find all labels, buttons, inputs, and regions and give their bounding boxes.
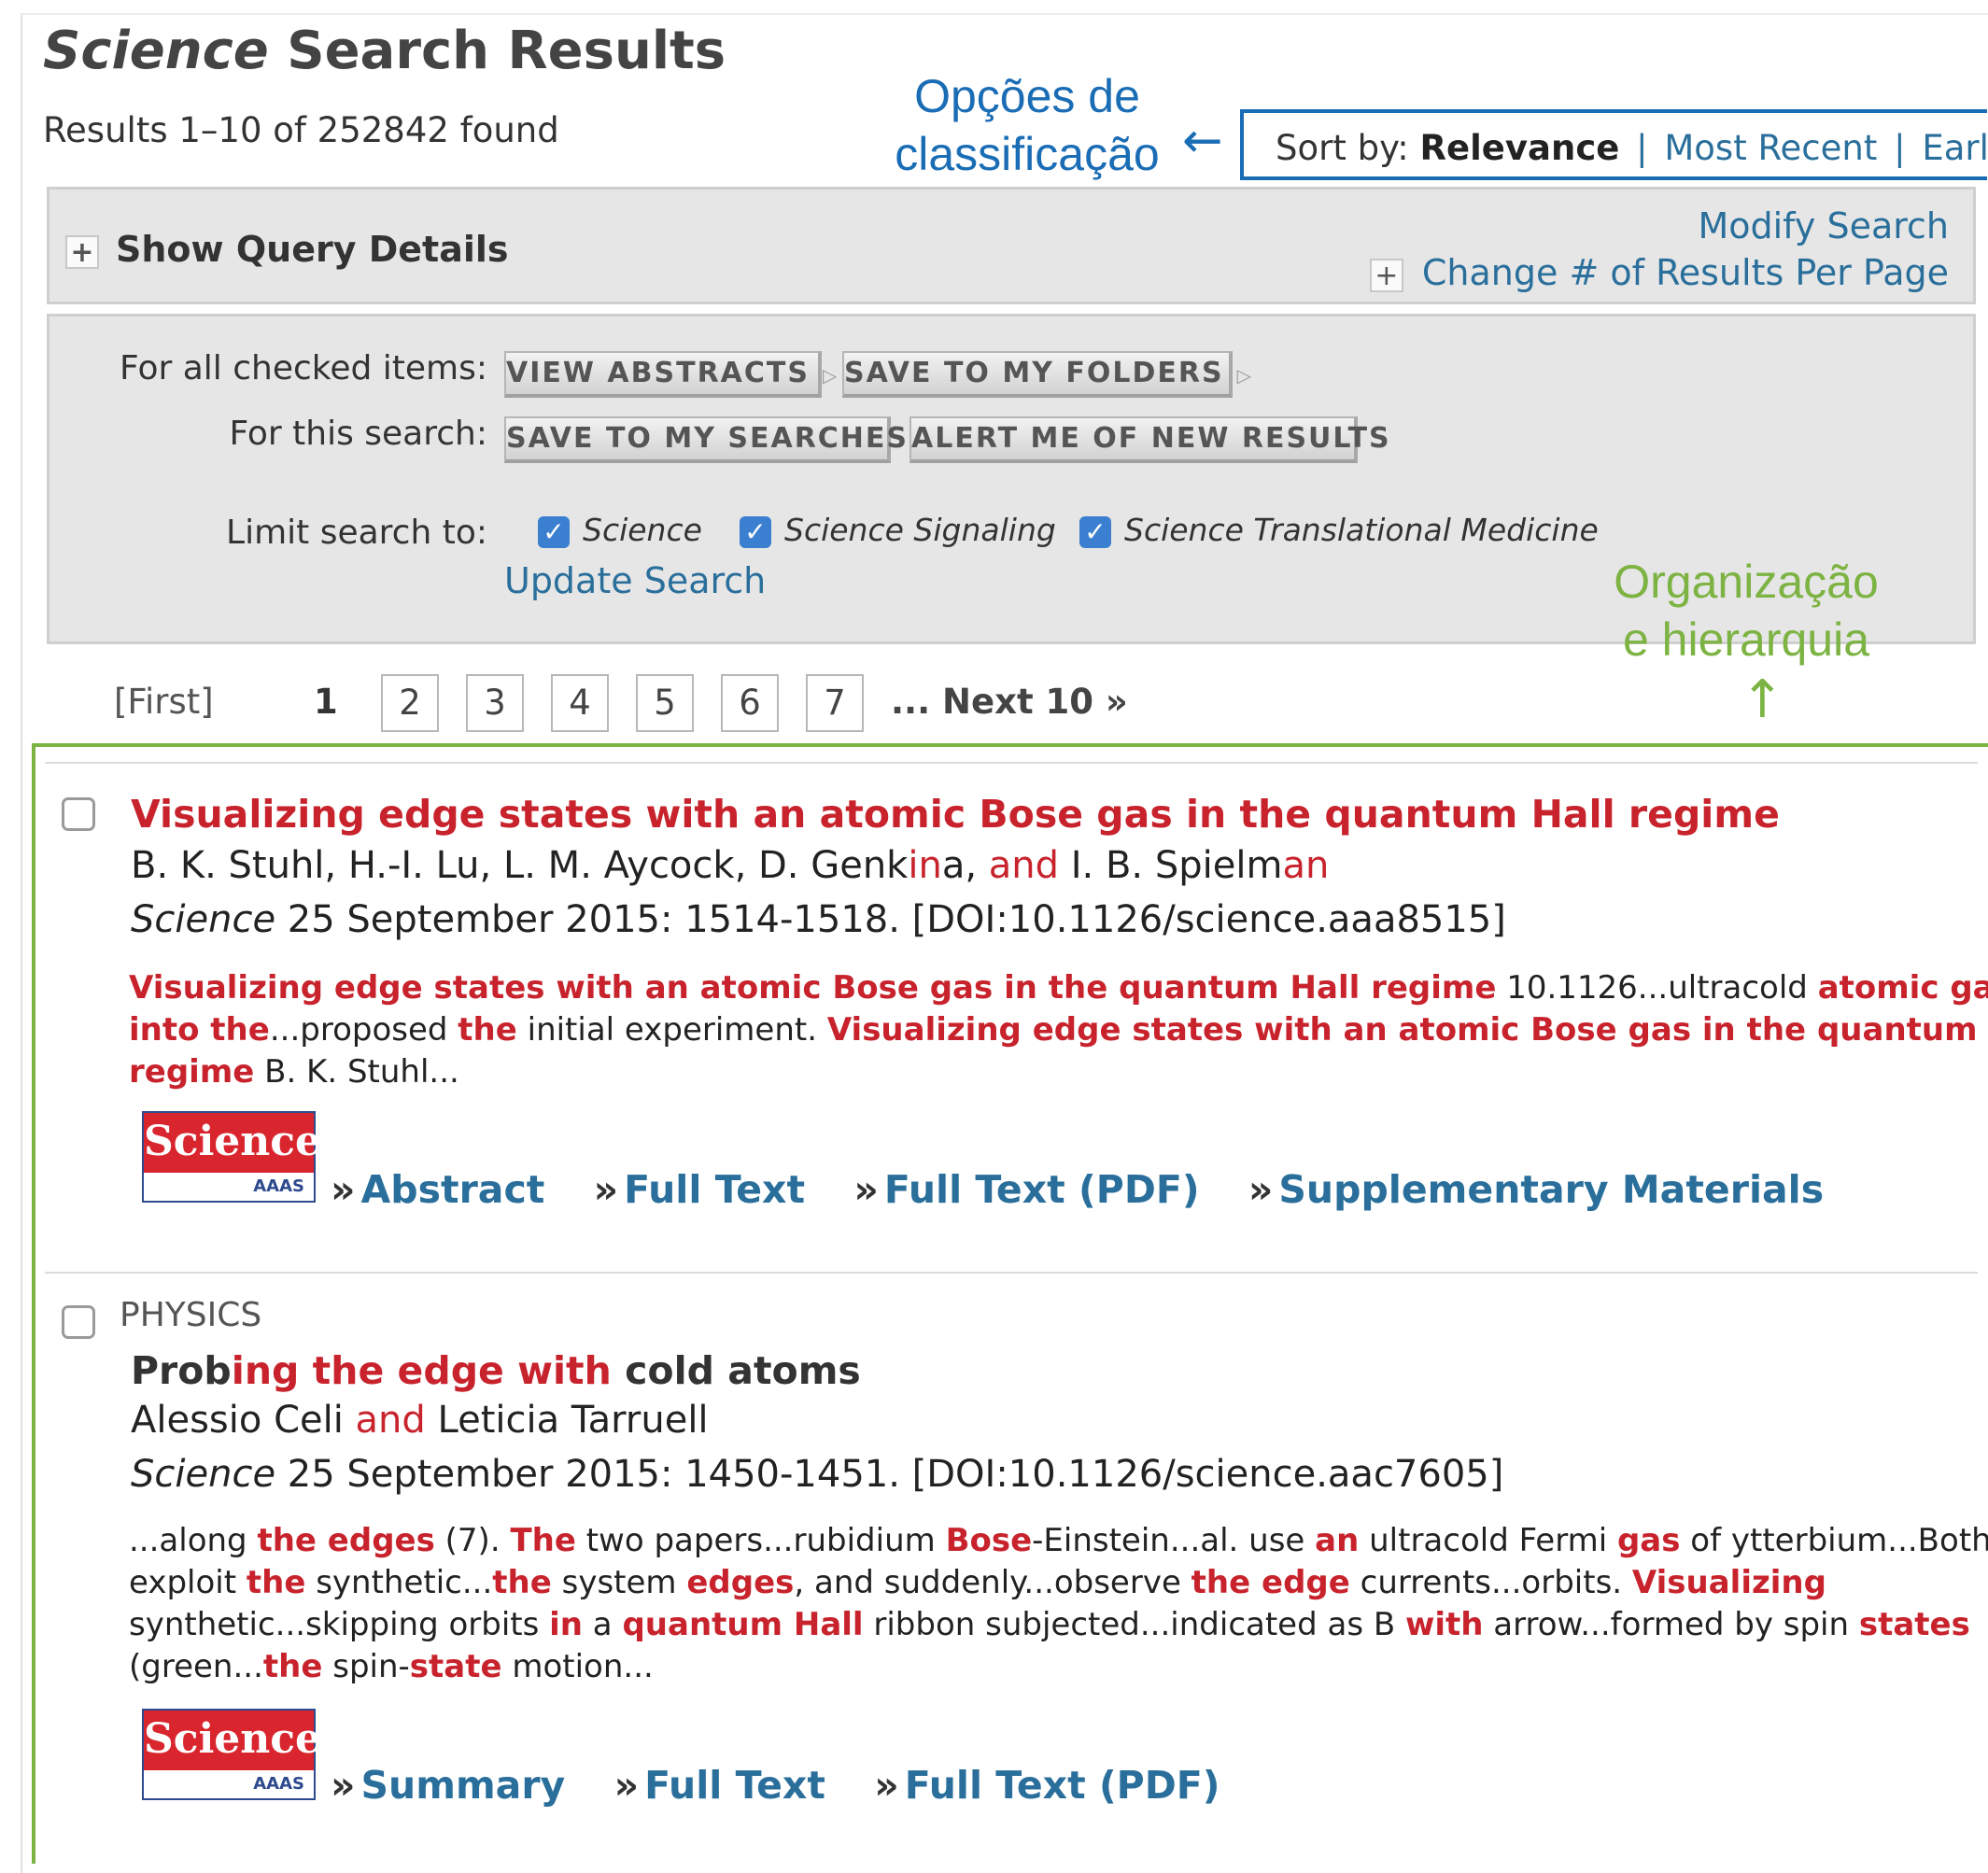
alert-new-results-button[interactable]: ALERT ME OF NEW RESULTS [909, 416, 1389, 463]
result-citation: Science 25 September 2015: 1450-1451. [D… [131, 1453, 1504, 1496]
pagination-next-link[interactable]: ... Next 10 » [891, 682, 1128, 722]
result-authors: B. K. Stuhl, H.-I. Lu, L. M. Aycock, D. … [131, 844, 1330, 887]
result-title-link[interactable]: Probing the edge with cold atoms [131, 1348, 861, 1393]
pagination-page-link[interactable]: 4 [551, 674, 609, 732]
result-authors: Alessio Celi and Leticia Tarruell [131, 1399, 709, 1442]
limit-option-science-signaling[interactable]: ✓ Science Signaling [740, 512, 1056, 548]
annotation-arrow-up-icon: ↑ [1741, 669, 1784, 730]
pagination-first-link[interactable]: [First] [114, 682, 214, 722]
modify-search-link[interactable]: Modify Search [1698, 205, 1949, 246]
pagination-current-page: 1 [314, 682, 338, 722]
pagination-page-link[interactable]: 3 [466, 674, 524, 732]
limit-option-science[interactable]: ✓ Science [538, 512, 702, 548]
sort-separator: | [1636, 128, 1648, 168]
full-text-link[interactable]: » Full Text [614, 1763, 825, 1808]
result-links: » Summary » Full Text » Full Text (PDF) [331, 1763, 1256, 1808]
sort-separator: | [1894, 128, 1906, 168]
sort-options-bar: Sort by: Relevance | Most Recent | Earli… [1240, 109, 1988, 180]
result-links: » Abstract » Full Text » Full Text (PDF) » S… [331, 1167, 1859, 1212]
annotation-sort-options: Opções de classificação [895, 70, 1160, 180]
change-results-per-page-label: Change # of Results Per Page [1421, 252, 1949, 293]
results-divider [45, 1272, 1978, 1274]
show-query-details-label: Show Query Details [116, 229, 509, 270]
checkbox-checked-icon[interactable]: ✓ [538, 515, 570, 548]
pagination-page-link[interactable]: 2 [381, 674, 439, 732]
view-abstracts-button[interactable]: VIEW ABSTRACTS ▷ [504, 351, 837, 398]
sort-option-relevance[interactable]: Relevance [1420, 128, 1620, 168]
results-divider [45, 762, 1978, 764]
full-text-pdf-link[interactable]: » Full Text (PDF) [874, 1763, 1220, 1808]
play-arrow-icon: ▷ [822, 364, 839, 387]
result-citation: Science 25 September 2015: 1514-1518. [D… [131, 898, 1506, 941]
save-to-my-folders-button[interactable]: SAVE TO MY FOLDERS ▷ [842, 351, 1251, 398]
save-to-my-searches-button[interactable]: SAVE TO MY SEARCHES [504, 416, 907, 463]
change-results-per-page-toggle[interactable]: + Change # of Results Per Page [1369, 252, 1949, 293]
expand-plus-icon[interactable]: + [1369, 258, 1403, 292]
limit-option-science-translational-medicine[interactable]: ✓ Science Translational Medicine [1079, 512, 1599, 548]
annotation-organization: Organização e hierarquia [1614, 556, 1879, 666]
checked-items-label: For all checked items: [120, 349, 487, 387]
result-snippet: Visualizing edge states with an atomic B… [129, 969, 1988, 1091]
pagination-page-link[interactable]: 5 [636, 674, 694, 732]
result-select-checkbox[interactable] [62, 797, 95, 831]
summary-link[interactable]: » Summary [331, 1763, 565, 1808]
results-count: Results 1–10 of 252842 found [43, 110, 559, 150]
pagination-page-link[interactable]: 6 [721, 674, 779, 732]
pagination-page-link[interactable]: 7 [806, 674, 864, 732]
show-query-details-toggle[interactable]: + Show Query Details [65, 229, 509, 270]
result-snippet: ...along the edges (7). The two papers..… [129, 1522, 1988, 1685]
annotation-arrow-left-icon: ← [1182, 113, 1223, 169]
science-aaas-logo: Science AAAS [142, 1111, 321, 1203]
supplementary-materials-link[interactable]: » Supplementary Materials [1248, 1167, 1824, 1212]
page-title: Science Search Results [43, 21, 726, 81]
sort-label: Sort by: [1276, 128, 1409, 168]
result-select-checkbox[interactable] [62, 1305, 95, 1339]
result-section-label: PHYSICS [120, 1296, 262, 1334]
sort-option-most-recent[interactable]: Most Recent [1664, 128, 1877, 168]
science-aaas-logo: Science AAAS [142, 1709, 321, 1800]
expand-plus-icon[interactable]: + [65, 234, 99, 269]
checkbox-checked-icon[interactable]: ✓ [1079, 515, 1111, 548]
sort-option-earliest[interactable]: Earliest [1922, 128, 1988, 168]
this-search-label: For this search: [229, 415, 487, 453]
update-search-link[interactable]: Update Search [504, 560, 766, 601]
checkbox-checked-icon[interactable]: ✓ [740, 515, 771, 548]
abstract-link[interactable]: » Abstract [331, 1167, 544, 1212]
result-title-link[interactable]: Visualizing edge states with an atomic B… [131, 792, 1780, 837]
full-text-link[interactable]: » Full Text [594, 1167, 805, 1212]
play-arrow-icon: ▷ [1236, 364, 1253, 387]
full-text-pdf-link[interactable]: » Full Text (PDF) [853, 1167, 1199, 1212]
limit-search-label: Limit search to: [226, 514, 487, 552]
